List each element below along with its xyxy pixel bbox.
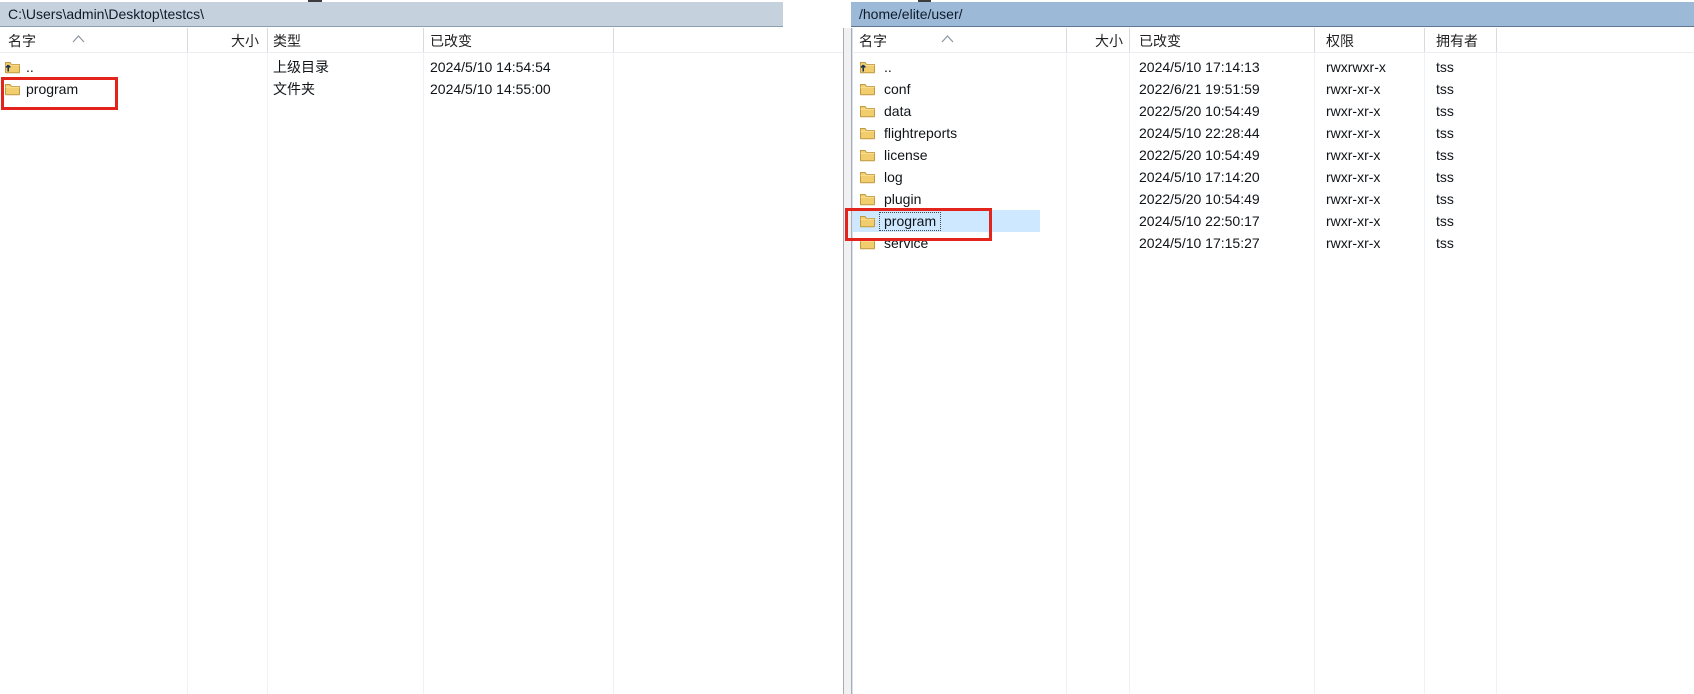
folder-icon: [859, 191, 877, 207]
file-manager-window: C:\Users\admin\Desktop\testcs\ /home/eli…: [0, 0, 1694, 694]
file-row-conf[interactable]: conf 2022/6/21 19:51:59 rwxr-xr-x tss: [852, 78, 1694, 100]
file-row-program[interactable]: program文件夹2024/5/10 14:55:00: [0, 78, 843, 100]
column-grid-line: [613, 28, 614, 694]
file-row-license[interactable]: license 2022/5/20 10:54:49 rwxr-xr-x tss: [852, 144, 1694, 166]
file-type: 文件夹: [273, 78, 315, 100]
remote-file-list[interactable]: 名字大小已改变权限拥有者 .. 2024/5/10 17:14:13 rwxrwxr…: [851, 28, 1694, 694]
file-permissions: rwxr-xr-x: [1326, 78, 1380, 100]
file-owner: tss: [1436, 232, 1454, 254]
file-row-plugin[interactable]: plugin 2022/5/20 10:54:49 rwxr-xr-x tss: [852, 188, 1694, 210]
file-permissions: rwxrwxr-x: [1326, 56, 1386, 78]
file-size: [1066, 100, 1123, 122]
file-permissions: rwxr-xr-x: [1326, 166, 1380, 188]
file-name: plugin: [884, 188, 921, 210]
file-permissions: rwxr-xr-x: [1326, 100, 1380, 122]
sort-ascending-icon: [941, 30, 954, 46]
column-header-permissions[interactable]: 权限: [1326, 28, 1420, 52]
file-size: [1066, 166, 1123, 188]
file-owner: tss: [1436, 144, 1454, 166]
file-permissions: rwxr-xr-x: [1326, 144, 1380, 166]
panel-splitter[interactable]: [844, 28, 851, 694]
file-size: [1066, 232, 1123, 254]
file-changed: 2022/5/20 10:54:49: [1139, 144, 1260, 166]
file-changed: 2024/5/10 22:50:17: [1139, 210, 1260, 232]
file-row-flightreports[interactable]: flightreports 2024/5/10 22:28:44 rwxr-xr-x…: [852, 122, 1694, 144]
file-permissions: rwxr-xr-x: [1326, 210, 1380, 232]
folder-icon: [859, 103, 877, 119]
file-owner: tss: [1436, 210, 1454, 232]
file-owner: tss: [1436, 78, 1454, 100]
file-name: license: [884, 144, 928, 166]
file-size: [187, 78, 253, 100]
file-size: [1066, 122, 1123, 144]
column-header-row: 名字大小类型已改变: [0, 28, 843, 53]
file-name: ..: [884, 56, 892, 78]
folder-icon: [859, 147, 877, 163]
file-name: data: [884, 100, 911, 122]
file-changed: 2024/5/10 17:15:27: [1139, 232, 1260, 254]
file-name: ..: [26, 56, 34, 78]
column-grid-line: [187, 28, 188, 694]
annotation-red-box-remote-program: [845, 208, 992, 241]
column-header-changed[interactable]: 已改变: [1139, 28, 1311, 52]
file-size: [1066, 144, 1123, 166]
file-owner: tss: [1436, 166, 1454, 188]
file-changed: 2022/5/20 10:54:49: [1139, 188, 1260, 210]
file-size: [187, 56, 253, 78]
file-owner: tss: [1436, 56, 1454, 78]
column-header-name[interactable]: 名字: [859, 28, 1057, 52]
parent-dir-icon: [4, 59, 22, 75]
column-header-name[interactable]: 名字: [8, 28, 178, 52]
local-path-bar[interactable]: C:\Users\admin\Desktop\testcs\: [0, 2, 783, 27]
column-header-owner[interactable]: 拥有者: [1436, 28, 1494, 52]
file-changed: 2022/6/21 19:51:59: [1139, 78, 1260, 100]
file-name: conf: [884, 78, 910, 100]
column-header-size[interactable]: 大小: [1066, 28, 1129, 52]
column-header-changed[interactable]: 已改变: [430, 28, 610, 52]
file-size: [1066, 188, 1123, 210]
file-permissions: rwxr-xr-x: [1326, 122, 1380, 144]
column-grid-line: [423, 28, 424, 694]
parent-dir-icon: [859, 59, 877, 75]
file-permissions: rwxr-xr-x: [1326, 232, 1380, 254]
file-changed: 2024/5/10 14:54:54: [430, 56, 551, 78]
column-header-row: 名字大小已改变权限拥有者: [852, 28, 1694, 53]
file-changed: 2024/5/10 14:55:00: [430, 78, 551, 100]
file-size: [1066, 78, 1123, 100]
local-file-list[interactable]: 名字大小类型已改变 ..上级目录2024/5/10 14:54:54 progr…: [0, 28, 844, 694]
column-header-type[interactable]: 类型: [273, 28, 418, 52]
folder-icon: [859, 169, 877, 185]
file-owner: tss: [1436, 100, 1454, 122]
column-header-size[interactable]: 大小: [187, 28, 265, 52]
file-name: flightreports: [884, 122, 957, 144]
sort-ascending-icon: [72, 30, 85, 46]
file-type: 上级目录: [273, 56, 329, 78]
folder-icon: [859, 125, 877, 141]
file-owner: tss: [1436, 122, 1454, 144]
file-changed: 2024/5/10 17:14:13: [1139, 56, 1260, 78]
file-row-parent[interactable]: .. 上级目录 2024/5/10 14:54:54: [0, 56, 843, 78]
file-size: [1066, 210, 1123, 232]
file-owner: tss: [1436, 188, 1454, 210]
file-row-parent[interactable]: .. 2024/5/10 17:14:13 rwxrwxr-x tss: [852, 56, 1694, 78]
file-changed: 2022/5/20 10:54:49: [1139, 100, 1260, 122]
remote-path-bar[interactable]: /home/elite/user/: [851, 2, 1694, 27]
file-row-data[interactable]: data 2022/5/20 10:54:49 rwxr-xr-x tss: [852, 100, 1694, 122]
file-permissions: rwxr-xr-x: [1326, 188, 1380, 210]
file-size: [1066, 56, 1123, 78]
folder-icon: [859, 81, 877, 97]
annotation-red-box-local-program: [1, 77, 118, 110]
column-grid-line: [267, 28, 268, 694]
file-changed: 2024/5/10 22:28:44: [1139, 122, 1260, 144]
file-changed: 2024/5/10 17:14:20: [1139, 166, 1260, 188]
file-row-log[interactable]: log 2024/5/10 17:14:20 rwxr-xr-x tss: [852, 166, 1694, 188]
file-name: log: [884, 166, 903, 188]
